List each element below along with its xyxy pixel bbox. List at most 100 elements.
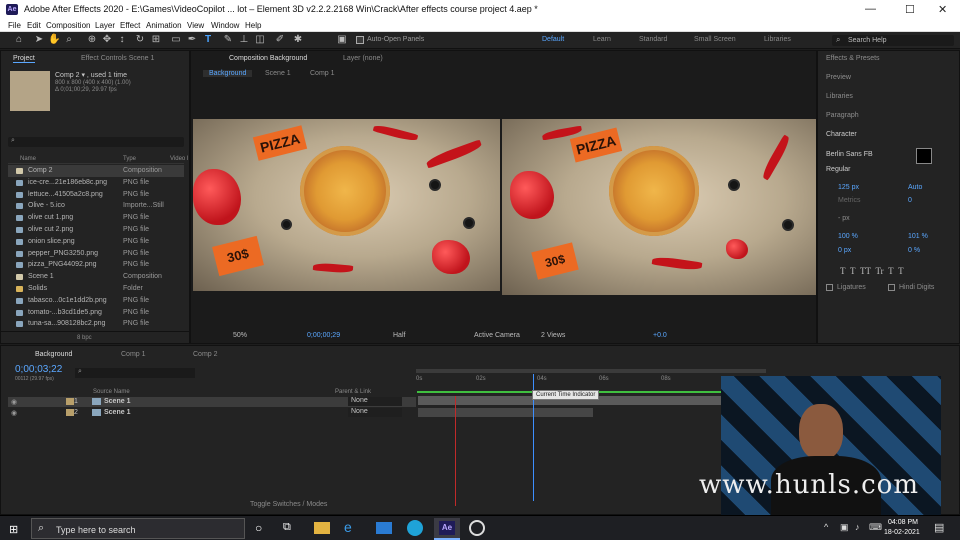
layer-name[interactable]: Scene 1 <box>104 409 130 416</box>
notifications-icon[interactable]: ▤ <box>934 521 944 534</box>
project-item[interactable]: olive cut 1.png PNG file <box>8 212 184 224</box>
resolution-dropdown[interactable]: Half <box>393 332 405 339</box>
eraser-tool-icon[interactable]: ◫ <box>254 34 266 46</box>
label-color[interactable] <box>66 398 74 405</box>
close-button[interactable]: ✕ <box>938 3 947 16</box>
hindi-digits-checkbox[interactable] <box>888 284 895 291</box>
toggle-switches-modes[interactable]: Toggle Switches / Modes <box>250 501 327 508</box>
workspace-small-screen[interactable]: Small Screen <box>694 36 736 43</box>
parent-link-header[interactable]: Parent & Link <box>335 389 371 395</box>
breadcrumb-scene-1[interactable]: Scene 1 <box>265 70 291 77</box>
ligatures-checkbox[interactable] <box>826 284 833 291</box>
mail-icon[interactable] <box>376 522 392 534</box>
layer-bar-2[interactable] <box>418 408 593 417</box>
project-item[interactable]: onion slice.png PNG file <box>8 236 184 248</box>
menu-view[interactable]: View <box>187 21 204 30</box>
workspace-standard[interactable]: Standard <box>639 36 667 43</box>
project-item[interactable]: Scene 1 Composition <box>8 271 184 283</box>
project-item[interactable]: Solids Folder <box>8 283 184 295</box>
vertical-scale-value[interactable]: 100 % <box>838 233 858 240</box>
indent-value[interactable]: - px <box>838 215 850 222</box>
libraries-panel[interactable]: Libraries <box>826 93 853 100</box>
menu-animation[interactable]: Animation <box>146 21 182 30</box>
timeline-tab-comp-2[interactable]: Comp 2 <box>193 351 218 358</box>
workspace-default[interactable]: Default <box>542 36 564 43</box>
timeline-tab-comp-1[interactable]: Comp 1 <box>121 351 146 358</box>
font-size-value[interactable]: 125 px <box>838 184 859 191</box>
column-name[interactable]: Name <box>20 156 36 162</box>
viewer-left[interactable]: PIZZA 30$ <box>193 119 500 291</box>
text-style-buttons[interactable]: T T TT Tr T T <box>840 266 904 276</box>
horizontal-scale-value[interactable]: 101 % <box>908 233 928 240</box>
home-icon[interactable]: ⌂ <box>13 34 25 46</box>
parent-dropdown[interactable]: None <box>348 397 402 406</box>
preview-panel[interactable]: Preview <box>826 74 851 81</box>
puppet-tool-icon[interactable]: ✱ <box>292 34 304 46</box>
current-time-readout[interactable]: 0;00;00;29 <box>307 332 340 339</box>
project-item[interactable]: pizza_PNG44092.png PNG file <box>8 259 184 271</box>
column-video[interactable]: Video I <box>170 156 189 162</box>
viewer-right[interactable]: PIZZA 30$ <box>502 119 816 295</box>
language-icon[interactable]: ⌨ <box>869 522 882 533</box>
baseline-shift-value[interactable]: 0 px <box>838 247 851 254</box>
selection-tool-icon[interactable]: ➤ <box>33 34 45 46</box>
paragraph-panel[interactable]: Paragraph <box>826 112 859 119</box>
pan-tool-icon[interactable]: ✥ <box>101 34 113 46</box>
menu-layer[interactable]: Layer <box>95 21 115 30</box>
dolly-tool-icon[interactable]: ↕ <box>116 34 128 46</box>
project-search-input[interactable]: ⌕ <box>8 137 184 147</box>
after-effects-taskbar-button[interactable]: Ae <box>434 518 460 540</box>
type-tool-icon[interactable]: T <box>202 34 214 46</box>
breadcrumb-comp-1[interactable]: Comp 1 <box>310 70 335 77</box>
menu-composition[interactable]: Composition <box>46 21 90 30</box>
views-dropdown[interactable]: 2 Views <box>541 332 565 339</box>
anchor-tool-icon[interactable]: ⊞ <box>150 34 162 46</box>
tab-layer[interactable]: Layer (none) <box>343 55 383 62</box>
leading-value[interactable]: Auto <box>908 184 922 191</box>
clone-stamp-tool-icon[interactable]: ⊥ <box>238 34 250 46</box>
project-item[interactable]: tuna-sa...908128bc2.png PNG file <box>8 318 184 330</box>
project-item[interactable]: lettuce...41505a2c8.png PNG file <box>8 189 184 201</box>
edge-icon[interactable] <box>407 520 423 536</box>
project-item[interactable]: olive cut 2.png PNG file <box>8 224 184 236</box>
eye-icon[interactable]: ◉ <box>11 409 17 417</box>
menu-effect[interactable]: Effect <box>120 21 140 30</box>
camera-dropdown[interactable]: Active Camera <box>474 332 520 339</box>
zoom-dropdown[interactable]: 50% <box>233 332 247 339</box>
rotate-tool-icon[interactable]: ↻ <box>134 34 146 46</box>
taskbar-search[interactable]: ⌕ Type here to search <box>31 518 245 539</box>
workspace-learn[interactable]: Learn <box>593 36 611 43</box>
timeline-layer-row[interactable]: ◉ 2 Scene 1 None <box>8 408 416 418</box>
menu-help[interactable]: Help <box>245 21 261 30</box>
bit-depth-label[interactable]: 8 bpc <box>77 335 92 341</box>
work-area-bar[interactable] <box>416 369 766 373</box>
task-view-icon[interactable]: ⧉ <box>283 521 291 534</box>
windows-start-icon[interactable]: ⊞ <box>9 523 18 536</box>
pen-tool-icon[interactable]: ✒ <box>186 34 198 46</box>
cortana-icon[interactable]: ○ <box>255 521 262 535</box>
timeline-tab-background[interactable]: Background <box>35 351 72 358</box>
workspace-libraries[interactable]: Libraries <box>764 36 791 43</box>
search-help-field[interactable]: ⌕ Search Help <box>832 35 954 46</box>
brush-tool-icon[interactable]: ✎ <box>222 34 234 46</box>
clock-date[interactable]: 18-02-2021 <box>884 529 920 536</box>
roto-brush-tool-icon[interactable]: ✐ <box>274 34 286 46</box>
project-item[interactable]: Comp 2 Composition <box>8 165 184 177</box>
tray-chevron-icon[interactable]: ^ <box>824 522 828 532</box>
exposure-value[interactable]: +0.0 <box>653 332 667 339</box>
volume-icon[interactable]: ♪ <box>855 522 860 532</box>
obs-icon[interactable] <box>469 520 485 536</box>
minimize-button[interactable]: — <box>865 3 876 15</box>
effects-presets-panel[interactable]: Effects & Presets <box>826 55 880 62</box>
breadcrumb-background[interactable]: Background <box>203 70 253 77</box>
snapping-icon[interactable]: ▣ <box>336 34 348 46</box>
auto-open-checkbox[interactable] <box>356 36 364 44</box>
parent-dropdown[interactable]: None <box>348 408 402 417</box>
menu-window[interactable]: Window <box>211 21 239 30</box>
fill-color-swatch[interactable] <box>916 148 932 164</box>
rectangle-tool-icon[interactable]: ▭ <box>170 34 182 46</box>
hand-tool-icon[interactable]: ✋ <box>48 34 60 46</box>
project-item[interactable]: tomato-...b3cd1de5.png PNG file <box>8 307 184 319</box>
clock-time[interactable]: 04:08 PM <box>888 519 918 526</box>
kerning-value[interactable]: Metrics <box>838 197 861 204</box>
